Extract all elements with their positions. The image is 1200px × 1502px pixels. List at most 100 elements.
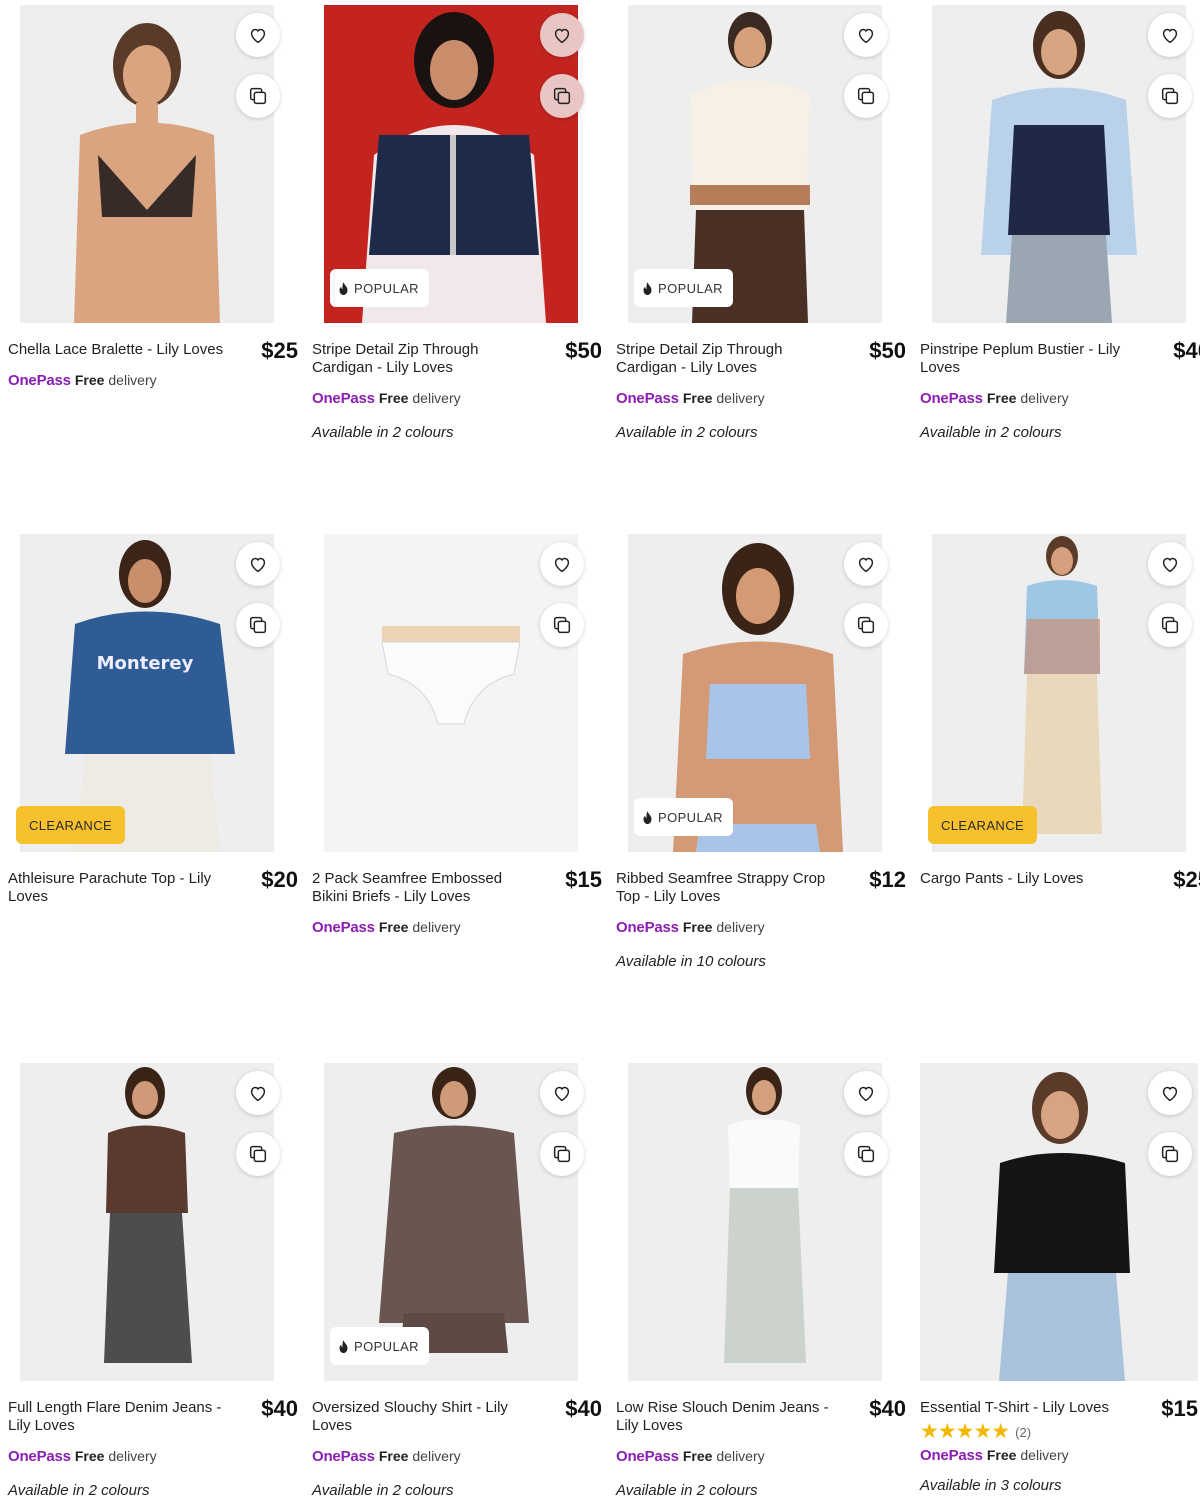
- compare-icon: [1161, 87, 1179, 105]
- compare-icon: [249, 1145, 267, 1163]
- compare-icon: [1161, 1145, 1179, 1163]
- wishlist-button[interactable]: [844, 542, 888, 586]
- wishlist-button[interactable]: [540, 542, 584, 586]
- onepass-logo: OnePass: [616, 1448, 679, 1465]
- flame-icon: [643, 810, 652, 824]
- onepass-logo: OnePass: [920, 390, 983, 407]
- onepass-delivery: OnePass Free delivery: [616, 919, 765, 936]
- clearance-badge: CLEARANCE: [928, 806, 1038, 844]
- popular-badge: POPULAR: [330, 269, 429, 307]
- product-name[interactable]: 2 Pack Seamfree Embossed Bikini Briefs -…: [312, 870, 538, 906]
- heart-icon: [1162, 1086, 1178, 1102]
- onepass-delivery: OnePass Free delivery: [312, 919, 461, 936]
- wishlist-button[interactable]: [844, 1071, 888, 1115]
- onepass-delivery: OnePass Free delivery: [616, 1448, 765, 1465]
- onepass-logo: OnePass: [312, 390, 375, 407]
- product-image[interactable]: [932, 5, 1186, 323]
- wishlist-button[interactable]: [236, 1071, 280, 1115]
- colour-availability: Available in 2 colours: [8, 1482, 150, 1499]
- compare-button[interactable]: [540, 74, 584, 118]
- colour-availability: Available in 10 colours: [616, 953, 766, 970]
- svg-text:Monterey: Monterey: [97, 653, 194, 674]
- compare-button[interactable]: [1148, 1132, 1192, 1176]
- product-price: $50: [565, 338, 602, 363]
- compare-button[interactable]: [844, 1132, 888, 1176]
- product-rating[interactable]: ★★★★★ (2): [920, 1421, 1198, 1443]
- compare-icon: [1161, 616, 1179, 634]
- wishlist-button[interactable]: [236, 542, 280, 586]
- flame-icon: [339, 1339, 348, 1353]
- product-name[interactable]: Athleisure Parachute Top - Lily Loves: [8, 870, 234, 906]
- product-price: $20: [261, 867, 298, 892]
- compare-icon: [857, 1145, 875, 1163]
- product-price: $15: [1161, 1396, 1198, 1421]
- compare-button[interactable]: [1148, 74, 1192, 118]
- compare-icon: [249, 87, 267, 105]
- onepass-delivery: OnePass Free delivery: [312, 1448, 461, 1465]
- wishlist-button[interactable]: [1148, 13, 1192, 57]
- compare-button[interactable]: [1148, 603, 1192, 647]
- heart-icon: [858, 1086, 874, 1102]
- onepass-delivery: OnePass Free delivery: [920, 390, 1069, 407]
- popular-badge: POPULAR: [634, 798, 733, 836]
- compare-button[interactable]: [844, 74, 888, 118]
- colour-availability: Available in 2 colours: [312, 424, 454, 441]
- product-image[interactable]: [20, 1063, 274, 1381]
- product-image[interactable]: [932, 534, 1186, 852]
- compare-button[interactable]: [236, 74, 280, 118]
- wishlist-button[interactable]: [1148, 542, 1192, 586]
- product-name[interactable]: Cargo Pants - Lily Loves: [920, 870, 1146, 888]
- colour-availability: Available in 2 colours: [920, 424, 1062, 441]
- onepass-delivery: OnePass Free delivery: [8, 372, 157, 389]
- compare-button[interactable]: [844, 603, 888, 647]
- product-name[interactable]: Stripe Detail Zip Through Cardigan - Lil…: [616, 341, 842, 377]
- product-name[interactable]: Essential T-Shirt - Lily Loves: [920, 1399, 1146, 1417]
- compare-button[interactable]: [540, 1132, 584, 1176]
- onepass-logo: OnePass: [616, 390, 679, 407]
- compare-icon: [249, 616, 267, 634]
- onepass-delivery: OnePass Free delivery: [920, 1447, 1069, 1464]
- product-name[interactable]: Oversized Slouchy Shirt - Lily Loves: [312, 1399, 538, 1435]
- product-name[interactable]: Pinstripe Peplum Bustier - Lily Loves: [920, 341, 1146, 377]
- onepass-delivery: OnePass Free delivery: [8, 1448, 157, 1465]
- product-name[interactable]: Ribbed Seamfree Strappy Crop Top - Lily …: [616, 870, 842, 906]
- onepass-delivery: OnePass Free delivery: [312, 390, 461, 407]
- product-image[interactable]: Monterey: [20, 534, 274, 852]
- onepass-logo: OnePass: [8, 1448, 71, 1465]
- compare-button[interactable]: [236, 1132, 280, 1176]
- product-price: $25: [261, 338, 298, 363]
- popular-badge: POPULAR: [634, 269, 733, 307]
- heart-icon: [554, 28, 570, 44]
- review-count: (2): [1015, 1424, 1032, 1440]
- compare-button[interactable]: [236, 603, 280, 647]
- product-image[interactable]: [628, 1063, 882, 1381]
- wishlist-button[interactable]: [844, 13, 888, 57]
- product-image[interactable]: [20, 5, 274, 323]
- compare-icon: [857, 87, 875, 105]
- heart-icon: [554, 557, 570, 573]
- onepass-logo: OnePass: [8, 372, 71, 389]
- product-grid: Chella Lace Bralette - Lily Loves $25 On…: [0, 0, 1200, 1502]
- product-name[interactable]: Stripe Detail Zip Through Cardigan - Lil…: [312, 341, 538, 377]
- product-price: $15: [565, 867, 602, 892]
- compare-icon: [553, 87, 571, 105]
- product-price: $40: [565, 1396, 602, 1421]
- product-price: $40: [869, 1396, 906, 1421]
- product-name[interactable]: Full Length Flare Denim Jeans - Lily Lov…: [8, 1399, 234, 1435]
- compare-icon: [857, 616, 875, 634]
- wishlist-button[interactable]: [236, 13, 280, 57]
- product-price: $40: [261, 1396, 298, 1421]
- product-price: $25: [1173, 867, 1200, 892]
- heart-icon: [554, 1086, 570, 1102]
- colour-availability: Available in 2 colours: [616, 424, 758, 441]
- compare-button[interactable]: [540, 603, 584, 647]
- compare-icon: [553, 616, 571, 634]
- wishlist-button[interactable]: [540, 1071, 584, 1115]
- product-name[interactable]: Low Rise Slouch Denim Jeans - Lily Loves: [616, 1399, 842, 1435]
- wishlist-button[interactable]: [1148, 1071, 1192, 1115]
- heart-icon: [250, 28, 266, 44]
- wishlist-button[interactable]: [540, 13, 584, 57]
- onepass-logo: OnePass: [312, 1448, 375, 1465]
- product-name[interactable]: Chella Lace Bralette - Lily Loves: [8, 341, 234, 359]
- product-image[interactable]: [324, 534, 578, 852]
